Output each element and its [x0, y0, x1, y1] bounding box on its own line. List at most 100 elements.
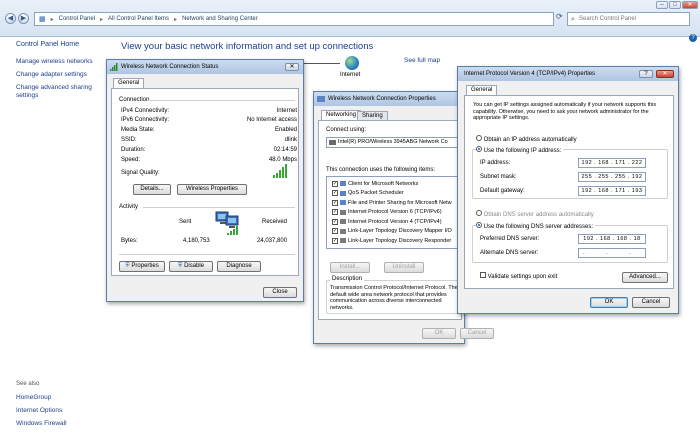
- description-heading: Description: [330, 276, 365, 282]
- row-label: Duration:: [121, 147, 146, 153]
- address-toolbar: – □ ✕ ◀ ▶ ▦ ▸ Control Panel ▸ All Contro…: [0, 0, 700, 37]
- obtain-dns-auto-option[interactable]: Obtain DNS server address automatically: [476, 210, 594, 218]
- default-gateway-field[interactable]: 192 . 168 . 171 . 193: [578, 186, 646, 196]
- row-value: No Internet access: [246, 117, 297, 123]
- page-title: View your basic network information and …: [121, 41, 374, 52]
- checkbox[interactable]: [480, 272, 486, 278]
- list-item[interactable]: ✓ File and Printer Sharing for Microsoft …: [332, 198, 461, 208]
- internet-options-link[interactable]: Internet Options: [16, 407, 62, 414]
- signal-quality-label: Signal Quality:: [121, 170, 160, 176]
- change-advanced-sharing-link[interactable]: Change advanced sharing settings: [16, 84, 104, 100]
- radio-button[interactable]: [476, 210, 482, 216]
- qos-icon: [340, 190, 346, 196]
- control-panel-home-link[interactable]: Control Panel Home: [16, 41, 79, 48]
- ip-address-field[interactable]: 192 . 168 . 171 . 222: [578, 158, 646, 168]
- left-navigation-pane: Control Panel Home Manage wireless netwo…: [0, 37, 108, 438]
- subnet-mask-label: Subnet mask:: [480, 174, 517, 180]
- radio-button[interactable]: [476, 222, 482, 228]
- help-icon[interactable]: ?: [639, 70, 653, 78]
- properties-button[interactable]: ⛨ Properties: [119, 261, 165, 272]
- wireless-properties-button[interactable]: Wireless Properties: [177, 184, 247, 195]
- tab-general[interactable]: General: [113, 78, 145, 88]
- cancel-button[interactable]: Cancel: [632, 297, 670, 308]
- help-icon[interactable]: ?: [689, 34, 697, 42]
- divider: [119, 254, 295, 255]
- breadcrumb-item[interactable]: Network and Sharing Center: [182, 16, 258, 22]
- checkbox[interactable]: ✓: [332, 218, 338, 225]
- tab-networking[interactable]: Networking: [321, 110, 362, 120]
- row-value: 02:14:59: [273, 147, 297, 153]
- see-full-map-link[interactable]: See full map: [404, 57, 440, 64]
- maximize-button[interactable]: □: [669, 1, 681, 9]
- row-value: Enabled: [274, 127, 297, 133]
- activity-signal-icon: [227, 226, 238, 235]
- breadcrumb-item[interactable]: Control Panel: [59, 16, 95, 22]
- adapter-field[interactable]: Intel(R) PRO/Wireless 3945ABG Network Co: [326, 137, 462, 148]
- refresh-icon[interactable]: ⟳: [556, 12, 566, 26]
- alternate-dns-field[interactable]: . . .: [578, 248, 646, 258]
- protocol-icon: [340, 228, 346, 234]
- radio-button[interactable]: [476, 135, 482, 141]
- checkbox[interactable]: ✓: [332, 209, 338, 216]
- disable-button-label: Disable: [184, 263, 205, 269]
- homegroup-link[interactable]: HomeGroup: [16, 394, 51, 401]
- activity-heading: Activity: [119, 204, 139, 210]
- status-row: Speed: 48.0 Mbps: [121, 157, 297, 163]
- ok-button[interactable]: OK: [422, 328, 456, 339]
- list-item[interactable]: ✓ Link-Layer Topology Discovery Responder: [332, 236, 461, 246]
- preferred-dns-field[interactable]: 192 . 168 . 168 . 18: [578, 234, 646, 244]
- list-item[interactable]: ✓ QoS Packet Scheduler: [332, 189, 461, 199]
- validate-settings-option[interactable]: Validate settings upon exit: [480, 272, 557, 280]
- dialog-titlebar: Wireless Network Connection Status ✕: [107, 60, 303, 74]
- intro-text: You can get IP settings assigned automat…: [473, 102, 657, 121]
- breadcrumb-item[interactable]: All Control Panel Items: [108, 16, 169, 22]
- tab-general[interactable]: General: [466, 85, 498, 95]
- use-dns-option[interactable]: Use the following DNS server addresses:: [476, 222, 596, 230]
- list-item[interactable]: ✓ Internet Protocol Version 6 (TCP/IPv6): [332, 208, 461, 218]
- checkbox[interactable]: ✓: [332, 199, 338, 206]
- back-icon[interactable]: ◀: [5, 13, 16, 24]
- close-icon[interactable]: ✕: [656, 70, 674, 78]
- uninstall-button[interactable]: Uninstall: [384, 262, 424, 273]
- windows-firewall-link[interactable]: Windows Firewall: [16, 420, 67, 427]
- minimize-button[interactable]: –: [656, 1, 668, 9]
- list-item[interactable]: ✓ Link-Layer Topology Discovery Mapper I/…: [332, 227, 461, 237]
- checkbox[interactable]: ✓: [332, 237, 338, 244]
- option-label: Use the following IP address:: [483, 148, 562, 154]
- list-item[interactable]: ✓ Client for Microsoft Networks: [332, 179, 461, 189]
- cancel-button[interactable]: Cancel: [460, 328, 494, 339]
- internet-node[interactable]: Internet: [340, 56, 360, 78]
- obtain-ip-auto-option[interactable]: Obtain an IP address automatically: [476, 135, 577, 143]
- dialog-title: Wireless Network Connection Properties: [328, 96, 436, 102]
- details-button[interactable]: Details...: [133, 184, 171, 195]
- ok-button[interactable]: OK: [590, 297, 628, 308]
- checkbox[interactable]: ✓: [332, 180, 338, 187]
- connection-status-dialog: Wireless Network Connection Status ✕ Gen…: [106, 59, 304, 302]
- change-adapter-settings-link[interactable]: Change adapter settings: [16, 71, 87, 78]
- connection-heading: Connection: [119, 97, 150, 103]
- protocol-icon: [340, 238, 346, 244]
- radio-button[interactable]: [476, 146, 482, 152]
- checkbox[interactable]: ✓: [332, 190, 338, 197]
- subnet-mask-field[interactable]: 255 . 255 . 255 . 192: [578, 172, 646, 182]
- row-value: dlink: [284, 137, 297, 143]
- advanced-button[interactable]: Advanced...: [622, 272, 668, 283]
- ipv4-properties-dialog: Internet Protocol Version 4 (TCP/IPv4) P…: [457, 66, 679, 314]
- search-input[interactable]: ⌕ Search Control Panel: [567, 12, 690, 26]
- items-label: This connection uses the following items…: [326, 167, 436, 173]
- row-value: 48.0 Mbps: [268, 157, 297, 163]
- close-icon[interactable]: ✕: [285, 63, 299, 71]
- close-window-button[interactable]: ✕: [682, 1, 698, 9]
- install-button[interactable]: Install...: [330, 262, 370, 273]
- list-item[interactable]: ✓ Internet Protocol Version 4 (TCP/IPv4): [332, 217, 461, 227]
- use-ip-option[interactable]: Use the following IP address:: [476, 146, 564, 154]
- breadcrumb[interactable]: ▦ ▸ Control Panel ▸ All Control Panel It…: [34, 12, 554, 26]
- preferred-dns-label: Preferred DNS server:: [480, 236, 540, 242]
- diagnose-button[interactable]: Diagnose: [217, 261, 261, 272]
- manage-wireless-networks-link[interactable]: Manage wireless networks: [16, 58, 93, 65]
- disable-button[interactable]: ⛨ Disable: [169, 261, 213, 272]
- shield-icon: ⛨: [177, 263, 183, 269]
- checkbox[interactable]: ✓: [332, 228, 338, 235]
- forward-icon[interactable]: ▶: [18, 13, 29, 24]
- close-button[interactable]: Close: [263, 287, 297, 298]
